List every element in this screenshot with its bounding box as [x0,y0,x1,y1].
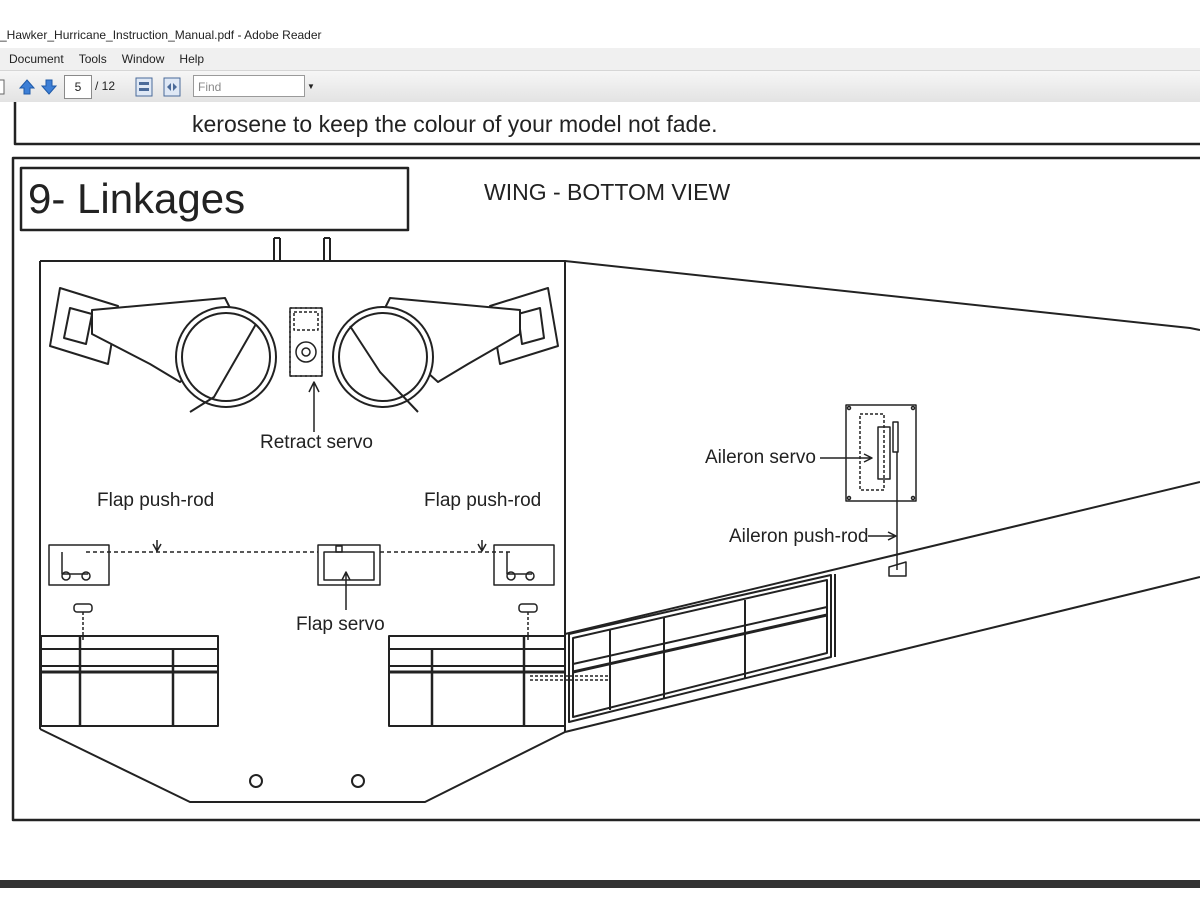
flap-horn-right [493,544,555,642]
retract-servo-arrow [308,381,320,432]
flap-horn-left [48,544,110,642]
document-page: kerosene to keep the colour of your mode… [0,102,1200,900]
menu-tools[interactable]: Tools [73,48,113,70]
page-number-input[interactable]: 5 [64,75,92,99]
flap-pushrod-right-label: Flap push-rod [424,490,541,511]
page-bottom-rule [0,880,1200,888]
flap-left [40,635,219,727]
window-titlebar: _Hawker_Hurricane_Instruction_Manual.pdf… [0,22,1200,48]
flap-pushrod-right-arrow [477,540,487,552]
previous-page-icon[interactable] [18,78,36,96]
find-input[interactable]: Find [193,75,305,97]
retract-servo [289,307,323,377]
toolbar-edge-icon [0,79,5,95]
retract-servo-label: Retract servo [260,432,373,453]
flap-right [388,635,610,727]
aileron-servo-label: Aileron servo [705,447,816,468]
menu-document[interactable]: Document [3,48,70,70]
retract-gear-left [49,287,277,413]
toolbar: 5 / 12 Find ▼ [0,71,1200,103]
find-dropdown-icon[interactable]: ▼ [307,71,315,102]
fit-width-icon[interactable] [162,76,182,98]
window-title: _Hawker_Hurricane_Instruction_Manual.pdf… [0,28,322,42]
flap-pushrod-left-label: Flap push-rod [97,490,214,511]
menu-bar: Document Tools Window Help [0,48,1200,71]
fit-page-icon[interactable] [134,76,154,98]
flap-pushrod-left-arrow [152,540,162,552]
section-title: 9- Linkages [28,175,245,222]
retract-gear-right [332,287,559,413]
view-title: WING - BOTTOM VIEW [484,179,730,205]
page-count: / 12 [95,79,116,93]
linkage-frame [11,156,1200,822]
aileron-pushrod-label: Aileron push-rod [729,526,868,547]
menu-window[interactable]: Window [116,48,171,70]
aileron-servo [845,404,917,502]
menu-help[interactable]: Help [173,48,210,70]
top-paragraph-text: kerosene to keep the colour of your mode… [192,111,718,137]
flap-servo-label: Flap servo [296,614,385,635]
aileron-pushrod-arrow [868,531,897,541]
flap-servo-arrow [341,571,351,610]
document-canvas: kerosene to keep the colour of your mode… [0,102,1200,888]
next-page-icon[interactable] [40,78,58,96]
